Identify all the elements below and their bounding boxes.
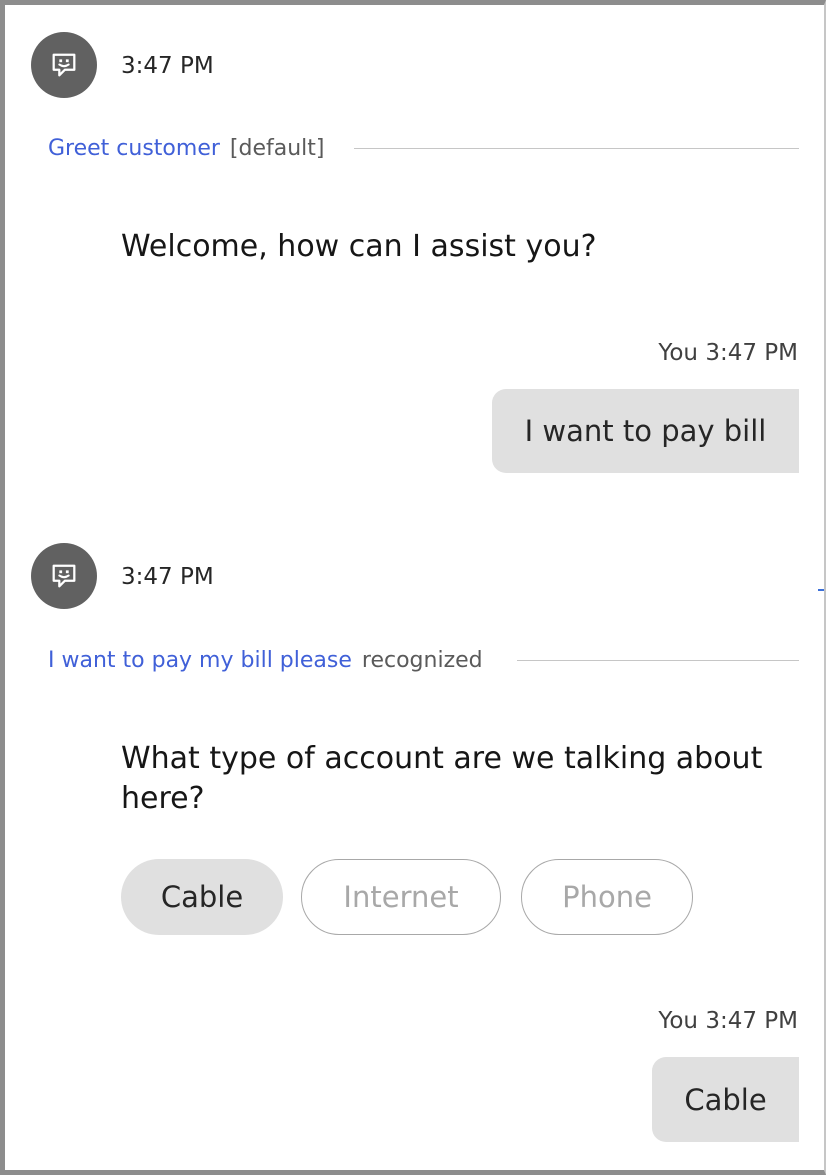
bot-message: Welcome, how can I assist you? bbox=[121, 229, 597, 264]
user-message-meta: You 3:47 PM bbox=[658, 340, 798, 366]
intent-link[interactable]: Greet customer bbox=[48, 136, 220, 161]
bot-timestamp: 3:47 PM bbox=[121, 564, 214, 590]
intent-divider bbox=[354, 148, 799, 149]
intent-divider bbox=[516, 660, 799, 661]
bot-message: What type of account are we talking abou… bbox=[121, 741, 763, 816]
intent-tag: [default] bbox=[229, 136, 325, 161]
intent-link[interactable]: I want to pay my bill please bbox=[48, 648, 352, 673]
intent-tag: recognized bbox=[361, 648, 483, 673]
scroll-marker bbox=[818, 589, 824, 591]
option-internet-button[interactable]: Internet bbox=[301, 859, 501, 935]
user-message-text: I want to pay bill bbox=[524, 414, 767, 448]
user-message-meta: You 3:47 PM bbox=[658, 1008, 798, 1034]
option-cable-button[interactable]: Cable bbox=[121, 859, 283, 935]
chatbot-face-icon bbox=[52, 53, 76, 77]
option-label: Cable bbox=[160, 880, 244, 914]
chatbot-face-icon bbox=[52, 564, 76, 588]
option-label: Phone bbox=[562, 880, 652, 914]
user-message-text: Cable bbox=[684, 1082, 767, 1117]
intent-header: Greet customer [default] bbox=[48, 136, 799, 161]
user-message-bubble: I want to pay bill bbox=[492, 389, 799, 473]
bot-avatar bbox=[31, 543, 97, 609]
option-phone-button[interactable]: Phone bbox=[521, 859, 693, 935]
bot-timestamp: 3:47 PM bbox=[121, 53, 214, 79]
intent-header: I want to pay my bill please recognized bbox=[48, 648, 799, 673]
user-message-bubble: Cable bbox=[652, 1057, 799, 1142]
option-label: Internet bbox=[343, 880, 459, 914]
bot-avatar bbox=[31, 32, 97, 98]
